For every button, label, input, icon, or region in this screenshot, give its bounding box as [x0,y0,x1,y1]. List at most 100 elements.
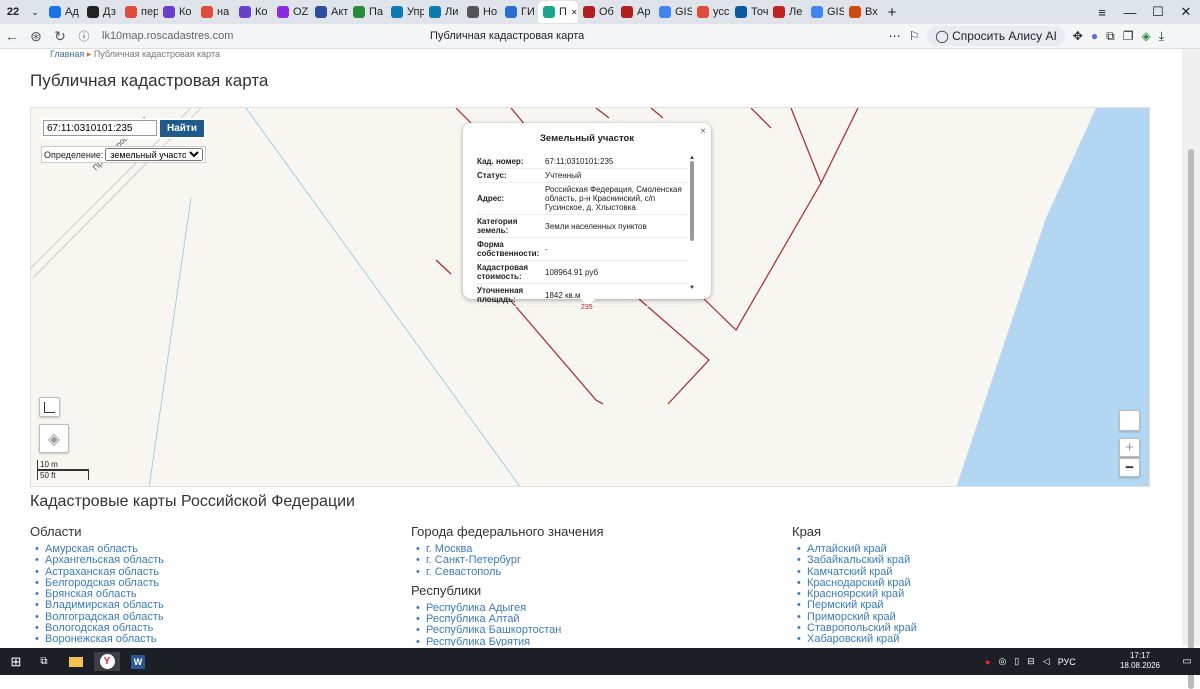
browser-tab[interactable]: Ад [44,1,82,23]
page-tab-title: Публичная кадастровая карта [430,30,585,42]
url-field[interactable]: lk10map.roscadastres.com [102,30,322,42]
word-icon[interactable]: W [128,652,148,671]
close-window-icon[interactable]: ✕ [1172,4,1200,20]
browser-tab[interactable]: Но [462,1,500,23]
yandex-tray-icon[interactable]: ● [985,657,990,667]
scale-bar: 10 m 50 ft [37,460,89,480]
scroll-down-icon[interactable]: ▼ [689,285,695,291]
browser-tab[interactable]: Па [348,1,386,23]
browser-tab[interactable]: П ✕ [538,1,578,23]
popup-row-key: Уточненная площадь: [477,283,545,307]
page-scrollbar-thumb[interactable] [1188,149,1194,689]
browser-tab[interactable]: Об [578,1,616,23]
region-link[interactable]: Забайкальский край [792,554,917,566]
cadastral-map[interactable]: Приднепровская ул. Найти Определение: зе… [30,107,1150,487]
bookmark-icon[interactable]: ⚐ [909,29,920,43]
browser-tab[interactable]: на [196,1,234,23]
network-icon[interactable]: ⊟ [1027,656,1035,667]
browser-tab[interactable]: Дз [82,1,120,23]
zoom-in-button[interactable]: + [1119,438,1140,457]
tab-label: Но [483,6,498,18]
tab-favicon-icon [621,6,633,18]
region-link[interactable]: Хабаровский край [792,634,917,646]
popup-close-button[interactable]: × [700,126,706,137]
browser-tab[interactable]: ГИ [500,1,538,23]
task-view-icon[interactable]: ⧉ [36,652,52,671]
region-link[interactable]: Республика Бурятия [411,636,604,646]
address-bar-actions: ⋯ ⚐ ◯ Спросить Алису AI ✥ ● ⧉ ❐ ◈ ⤓ [889,26,1164,46]
tabs-dropdown-icon[interactable]: ⌄ [26,7,44,18]
tray-icons[interactable]: ● ◎ ▯ ⊟ ◁ РУС [985,652,1100,671]
tab-counter[interactable]: 22 [0,6,26,18]
settings-icon[interactable]: ✥ [1073,29,1083,43]
region-link[interactable]: г. Севастополь [411,566,604,578]
tab-favicon-icon [277,6,289,18]
popup-row-key: Категория земель: [477,214,545,238]
popup-scrollbar[interactable] [690,161,694,241]
site-info-icon[interactable]: ⓘ [72,28,96,44]
ask-alice-button[interactable]: ◯ Спросить Алису AI [927,26,1065,46]
volume-icon[interactable]: ◁ [1043,656,1050,667]
cadastral-number-input[interactable] [43,120,157,136]
scale-meters: 10 m [37,460,89,470]
tab-favicon-icon [163,6,175,18]
definition-label: Определение: [44,149,104,160]
close-tab-icon[interactable]: ✕ [571,8,578,17]
menu-icon[interactable]: ≡ [1088,5,1116,20]
language-indicator[interactable]: РУС [1058,657,1076,667]
record-tray-icon[interactable]: ◎ [998,656,1006,667]
minimize-icon[interactable]: — [1116,5,1144,20]
breadcrumb-home-link[interactable]: Главная [50,49,84,59]
region-link[interactable]: Воронежская область [30,634,164,646]
browser-tab[interactable]: пер [120,1,158,23]
browser-tab[interactable]: Ар [616,1,654,23]
region-link[interactable]: г. Санкт-Петербург [411,554,604,566]
usb-icon[interactable]: ▯ [1014,656,1019,667]
browser-tab[interactable]: Акт [310,1,348,23]
popup-row: Форма собственности: - [477,237,687,261]
download-icon[interactable]: ⤓ [1159,29,1164,44]
browser-tab[interactable]: Ли [424,1,462,23]
shield-icon[interactable]: ◈ [1141,29,1150,43]
explorer-icon[interactable] [66,652,86,671]
address-bar: ← ⊛ ↻ ⓘ lk10map.roscadastres.com Публичн… [0,24,1200,49]
browser-tab[interactable]: Ле [768,1,806,23]
refresh-icon[interactable]: ↻ [48,28,72,45]
tab-favicon-icon [467,6,479,18]
tab-favicon-icon [659,6,671,18]
find-button[interactable]: Найти [160,120,204,137]
layers-button[interactable]: ◈ [39,424,69,453]
popup-row-key: Статус: [477,168,545,183]
browser-tab[interactable]: Вх [844,1,882,23]
yandex-protect-icon[interactable]: ⊛ [24,28,48,45]
browser-tab[interactable]: Ко [234,1,272,23]
record-icon[interactable]: ● [1091,29,1098,43]
definition-select[interactable]: земельный участок [105,148,204,161]
select-area-button[interactable] [39,397,60,417]
clock[interactable]: 17:17 18.08.2026 [1120,651,1160,671]
more-icon[interactable]: ⋯ [889,29,901,43]
page-scrollbar[interactable] [1182,49,1200,689]
browser-tab-bar: 22 ⌄ Ад Дз пер Ко на Ко OZ Акт Па Упр Ли Но ГИ П ✕ Об Ар… [0,0,1200,24]
tab-label: ГИ [521,6,535,18]
browser-tab[interactable]: OZ [272,1,310,23]
zoom-out-button[interactable]: − [1119,458,1140,477]
popup-row: Адрес: Российская Федерация, Смоленская о… [477,182,687,215]
new-tab-button[interactable]: + [882,4,902,21]
page-content: Главная ▸ Публичная кадастровая карта Пу… [6,49,1182,646]
collections-icon[interactable]: ❐ [1123,29,1134,43]
browser-tab[interactable]: Упр [386,1,424,23]
browser-tab[interactable]: Ко [158,1,196,23]
maximize-icon[interactable]: ☐ [1144,4,1172,20]
notifications-icon[interactable]: ▭ [1180,652,1194,671]
yandex-browser-icon[interactable]: Y [94,652,120,671]
browser-tab[interactable]: усс [692,1,730,23]
back-icon[interactable]: ← [0,28,24,44]
region-link[interactable]: Архангельская область [30,554,164,566]
browser-tab[interactable]: GIS [806,1,844,23]
browser-tab[interactable]: GIS [654,1,692,23]
fullscreen-button[interactable] [1119,410,1140,431]
browser-tab[interactable]: Точ [730,1,768,23]
extension-icon[interactable]: ⧉ [1106,29,1115,44]
start-icon[interactable]: ⊞ [8,652,24,671]
